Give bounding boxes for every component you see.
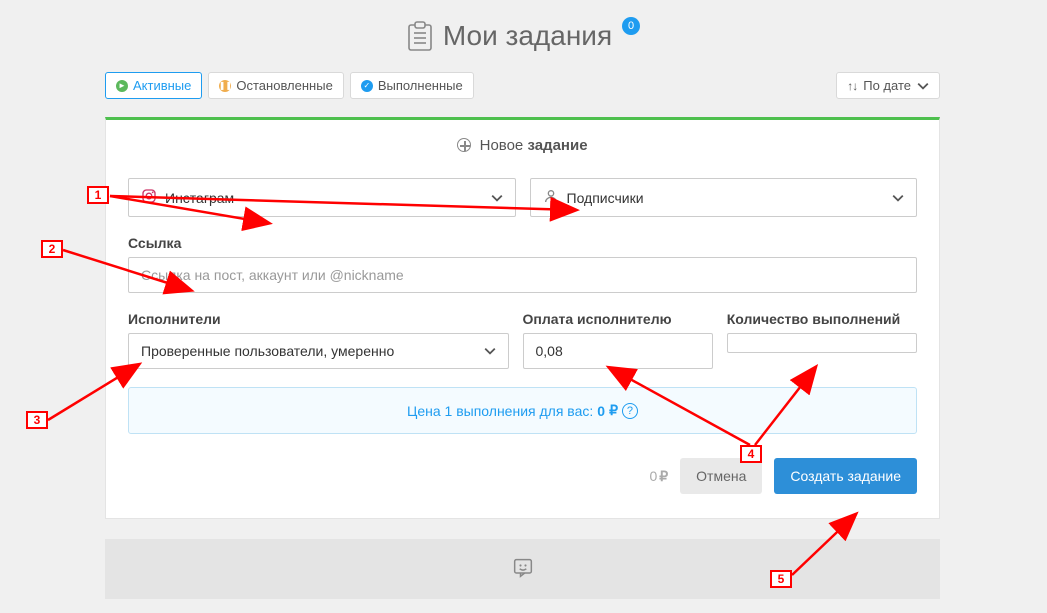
check-icon: ✓: [361, 80, 373, 92]
pay-label: Оплата исполнителю: [523, 311, 713, 327]
qty-label: Количество выполнений: [727, 311, 917, 327]
new-task-header-thin: Новое: [480, 137, 524, 154]
filter-tab-label: Остановленные: [236, 78, 332, 93]
price-banner: Цена 1 выполнения для вас: 0 ₽ ?: [128, 387, 917, 434]
annotation-2: 2: [41, 240, 63, 258]
filter-tab-label: Выполненные: [378, 78, 463, 93]
user-icon: [543, 188, 559, 207]
filters-row: ► Активные ❚❚ Остановленные ✓ Выполненны…: [105, 72, 940, 99]
tasks-count-badge: 0: [622, 17, 640, 35]
network-select-value: Инстаграм: [165, 190, 234, 206]
clipboard-icon: [407, 21, 433, 51]
pay-input[interactable]: 0,08: [523, 333, 713, 369]
new-task-header-bold: задание: [527, 137, 587, 154]
pay-input-value: 0,08: [536, 343, 563, 359]
page-title-row: Мои задания 0: [0, 20, 1047, 52]
annotation-3: 3: [26, 411, 48, 429]
card-footer: 0 ₽ Отмена Создать задание: [106, 458, 939, 494]
executors-select-value: Проверенные пользователи, умеренно: [141, 343, 394, 359]
ruble-icon: ₽: [609, 402, 618, 419]
chevron-down-icon: [491, 192, 503, 204]
link-input-placeholder: Ссылка на пост, аккаунт или @nickname: [141, 267, 404, 283]
link-label: Ссылка: [128, 235, 917, 251]
price-banner-value: 0: [597, 403, 605, 419]
new-task-card: Новое задание: [105, 117, 940, 519]
total-cost: 0 ₽: [649, 468, 668, 485]
chat-smiley-icon: [513, 558, 533, 581]
filter-tab-paused[interactable]: ❚❚ Остановленные: [208, 72, 343, 99]
filter-tab-label: Активные: [133, 78, 191, 93]
executors-select[interactable]: Проверенные пользователи, умеренно: [128, 333, 509, 369]
cancel-button[interactable]: Отмена: [680, 458, 762, 494]
help-icon[interactable]: ?: [622, 403, 638, 419]
network-select[interactable]: Инстаграм: [128, 178, 516, 217]
sort-icon: ↑↓: [847, 79, 857, 93]
chevron-down-icon: [892, 192, 904, 204]
price-banner-text: Цена 1 выполнения для вас:: [407, 403, 593, 419]
qty-input[interactable]: [727, 333, 917, 353]
create-button[interactable]: Создать задание: [774, 458, 917, 494]
total-cost-value: 0: [649, 468, 657, 484]
chevron-down-icon: [484, 345, 496, 357]
type-select[interactable]: Подписчики: [530, 178, 918, 217]
ruble-icon: ₽: [659, 468, 668, 485]
executors-label: Исполнители: [128, 311, 509, 327]
play-icon: ►: [116, 80, 128, 92]
sort-button[interactable]: ↑↓ По дате: [836, 72, 940, 99]
instagram-icon: [141, 188, 157, 207]
filter-tab-active[interactable]: ► Активные: [105, 72, 202, 99]
sort-button-label: По дате: [863, 78, 911, 93]
type-select-value: Подписчики: [567, 190, 644, 206]
link-input[interactable]: Ссылка на пост, аккаунт или @nickname: [128, 257, 917, 293]
chevron-down-icon: [917, 80, 929, 92]
filter-tab-done[interactable]: ✓ Выполненные: [350, 72, 474, 99]
new-task-header: Новое задание: [106, 120, 939, 178]
plus-circle-icon: [457, 138, 471, 152]
page-title: Мои задания: [443, 20, 612, 52]
pause-icon: ❚❚: [219, 80, 231, 92]
bottom-panel: [105, 539, 940, 599]
